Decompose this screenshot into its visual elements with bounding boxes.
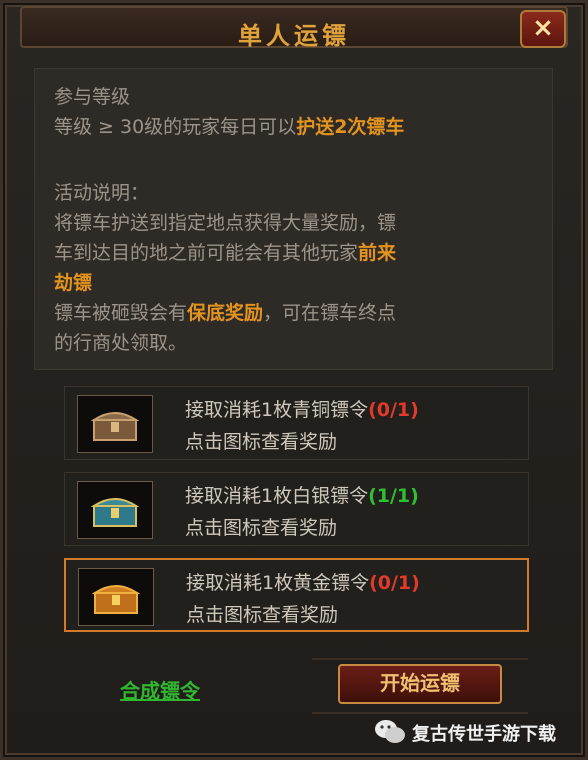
chest-slot[interactable] [77, 481, 153, 539]
task-hint: 点击图标查看奖励 [185, 431, 338, 453]
task-label-text: 接取消耗1枚青铜镖令 [185, 399, 369, 421]
task-hint: 点击图标查看奖励 [185, 517, 338, 539]
watermark-text: 复古传世手游下载 [412, 724, 556, 745]
desc-line-4: 镖车被砸毁会有保底奖励，可在镖车终点 [54, 298, 396, 328]
desc-line-4-tail: ，可在镖车终点 [263, 302, 397, 324]
task-label-text: 接取消耗1枚白银镖令 [185, 485, 369, 507]
desc-line-2: 车到达目的地之前可能会有其他玩家前来 [54, 238, 396, 268]
level-highlight: 护送2次镖车 [296, 116, 405, 138]
task-row-silver[interactable]: 接取消耗1枚白银镖令(1/1) 点击图标查看奖励 [64, 472, 529, 546]
desc-line-2-text: 车到达目的地之前可能会有其他玩家 [54, 242, 359, 264]
task-row-gold[interactable]: 接取消耗1枚黄金镖令(0/1) 点击图标查看奖励 [64, 558, 529, 632]
level-line: 等级 ≥ 30级的玩家每日可以护送2次镖车 [54, 112, 404, 142]
start-escort-button[interactable]: 开始运镖 [338, 664, 502, 704]
desc-line-2-highlight: 前来 [358, 242, 397, 264]
task-hint: 点击图标查看奖励 [186, 604, 339, 626]
desc-line-1: 将镖车护送到指定地点获得大量奖励，镖 [54, 212, 397, 234]
chest-slot[interactable] [77, 395, 153, 453]
desc-line-4-highlight: 保底奖励 [187, 302, 264, 324]
task-label-text: 接取消耗1枚黄金镖令 [186, 572, 370, 594]
task-row-bronze[interactable]: 接取消耗1枚青铜镖令(0/1) 点击图标查看奖励 [64, 386, 529, 460]
task-progress: (0/1) [368, 399, 419, 421]
task-label: 接取消耗1枚白银镖令(1/1) [185, 481, 419, 508]
close-button[interactable]: × [520, 10, 566, 48]
task-label: 接取消耗1枚青铜镖令(0/1) [185, 395, 419, 422]
chest-slot[interactable] [78, 568, 154, 626]
desc-line-5: 的行商处领取。 [54, 332, 188, 354]
desc-line-3: 劫镖 [54, 272, 93, 294]
desc-heading: 活动说明： [54, 182, 150, 204]
desc-line-4-text: 镖车被砸毁会有 [54, 302, 188, 324]
dialog-header: 单人运镖 [20, 6, 568, 50]
level-prefix: 等级 ≥ 30级的玩家每日可以 [54, 116, 297, 138]
silver-chest-icon [90, 498, 140, 527]
task-progress: (1/1) [368, 485, 419, 507]
gold-chest-icon [91, 585, 141, 614]
wechat-icon [375, 720, 405, 743]
task-label: 接取消耗1枚黄金镖令(0/1) [186, 568, 420, 595]
dialog-title: 单人运镖 [238, 22, 350, 50]
bronze-chest-icon [90, 412, 140, 441]
level-heading: 参与等级 [54, 86, 131, 108]
compose-token-button[interactable]: 合成镖令 [120, 675, 200, 704]
task-progress: (0/1) [369, 572, 420, 594]
